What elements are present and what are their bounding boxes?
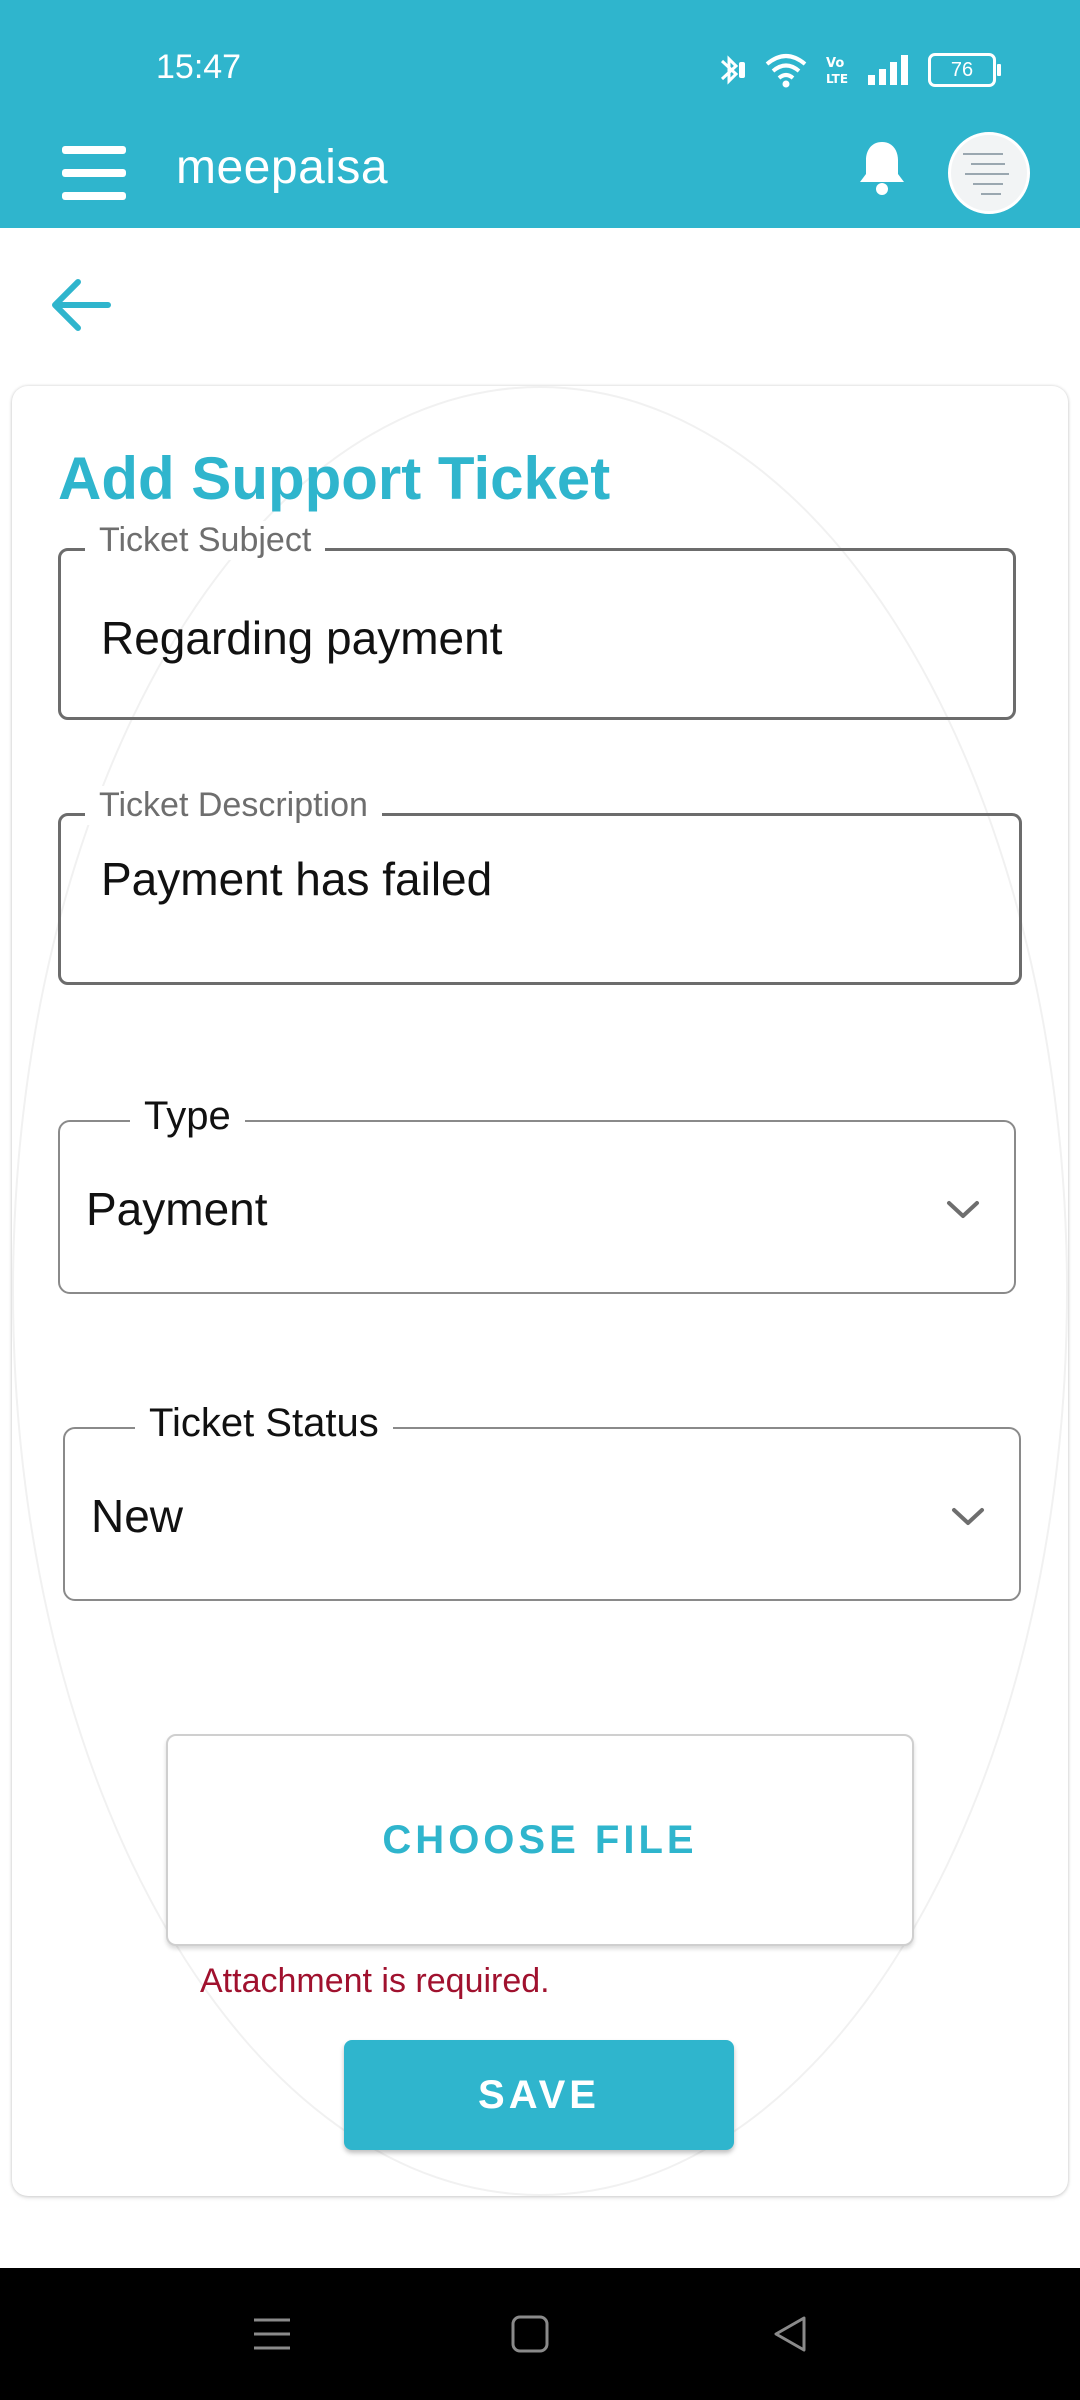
- back-triangle-icon: [774, 2316, 806, 2352]
- bluetooth-icon: [720, 55, 745, 85]
- ticket-status-select[interactable]: Ticket Status New: [63, 1401, 1021, 1601]
- bell-icon[interactable]: [856, 138, 908, 198]
- app-bar: 15:47 Vo LTE 76 meepaisa: [0, 0, 1080, 228]
- status-icons: Vo LTE 76: [714, 52, 1001, 88]
- app-brand: meepaisa: [176, 141, 389, 194]
- attachment-error-text: Attachment is required.: [200, 1962, 550, 2000]
- volte-icon: Vo LTE: [826, 56, 848, 86]
- battery-level: 76: [950, 58, 974, 81]
- chevron-down-icon: [952, 1508, 984, 1525]
- signal-icon: [868, 55, 908, 85]
- wifi-icon: [765, 54, 807, 88]
- ticket-subject-value: Regarding payment: [101, 612, 503, 664]
- choose-file-button[interactable]: CHOOSE FILE: [166, 1734, 914, 1946]
- ticket-status-label: Ticket Status: [135, 1401, 393, 1446]
- ticket-description-label: Ticket Description: [85, 786, 382, 825]
- chevron-down-icon: [947, 1201, 979, 1218]
- battery-icon: 76: [928, 53, 1001, 87]
- ticket-subject-label: Ticket Subject: [85, 521, 326, 560]
- recent-apps-button[interactable]: [234, 2296, 310, 2372]
- svg-text:LTE: LTE: [826, 72, 848, 86]
- status-time: 15:47: [156, 48, 242, 86]
- ticket-subject-field[interactable]: Ticket Subject Regarding payment: [58, 521, 1016, 720]
- avatar[interactable]: [948, 132, 1030, 214]
- home-icon: [511, 2315, 549, 2353]
- type-selected-value: Payment: [86, 1183, 268, 1235]
- recent-apps-icon: [254, 2318, 290, 2350]
- back-nav-button[interactable]: [752, 2296, 828, 2372]
- system-nav-bar: [0, 2268, 1080, 2400]
- page-title: Add Support Ticket: [58, 445, 611, 512]
- ticket-status-selected-value: New: [91, 1490, 184, 1542]
- ticket-description-value: Payment has failed: [101, 853, 493, 905]
- back-arrow-icon[interactable]: [48, 272, 114, 338]
- ticket-description-field[interactable]: Ticket Description Payment has failed: [58, 786, 1022, 985]
- menu-icon[interactable]: [62, 146, 126, 200]
- save-button[interactable]: SAVE: [344, 2040, 734, 2150]
- type-select[interactable]: Type Payment: [58, 1094, 1016, 1294]
- svg-text:Vo: Vo: [826, 56, 844, 71]
- home-button[interactable]: [492, 2296, 568, 2372]
- type-label: Type: [130, 1094, 245, 1139]
